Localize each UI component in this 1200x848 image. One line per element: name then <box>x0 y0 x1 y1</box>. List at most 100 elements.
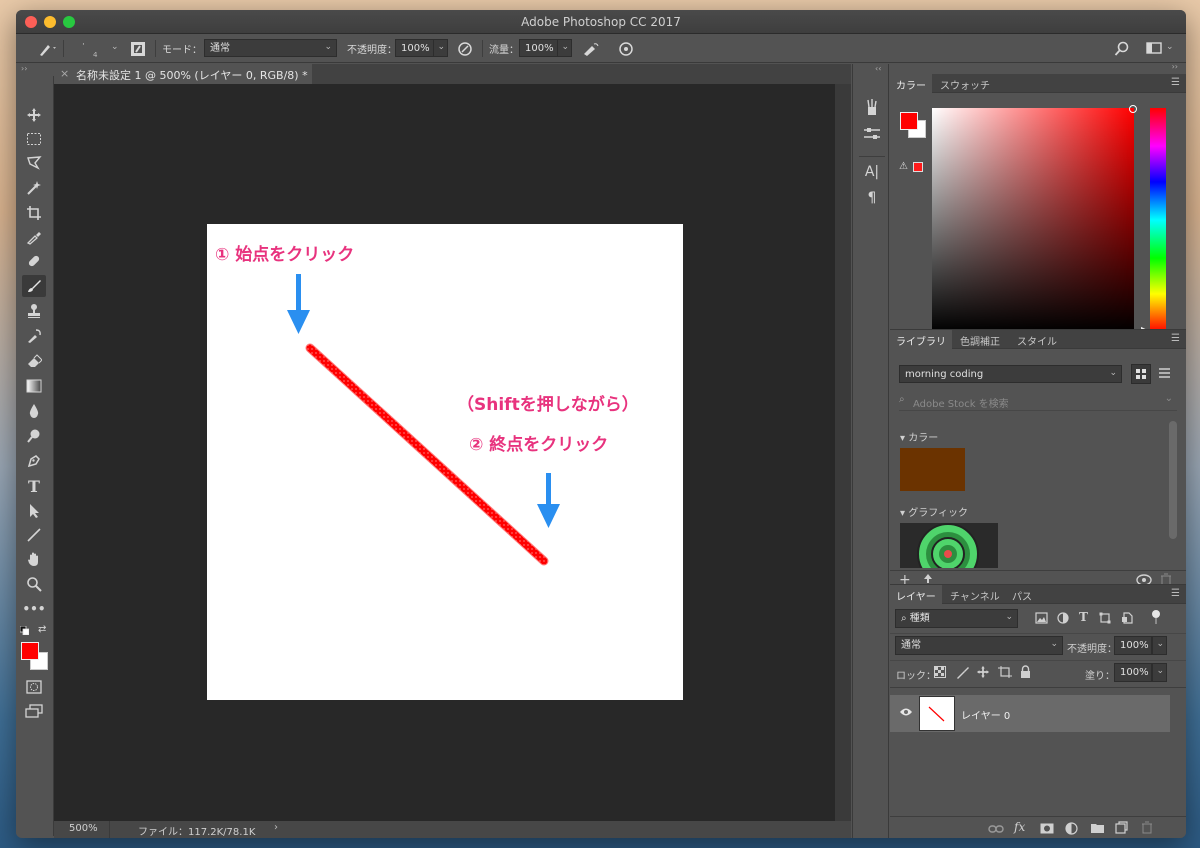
layer-blend-mode-select[interactable]: 通常 ⌄ <box>895 636 1063 655</box>
type-tool-icon[interactable]: T <box>22 475 46 497</box>
color-field[interactable] <box>932 105 1137 332</box>
layer-opacity-input[interactable]: 100% <box>1114 636 1152 655</box>
document-canvas[interactable]: ① 始点をクリック （Shiftを押しながら） ② 終点をクリック <box>207 224 683 700</box>
tab-channels[interactable]: チャンネル <box>944 585 1006 604</box>
tab-layers[interactable]: レイヤー <box>890 585 942 604</box>
zoom-level[interactable]: 500% <box>69 823 98 834</box>
zoom-tool-icon[interactable] <box>22 573 46 595</box>
more-tools-icon[interactable]: ••• <box>22 598 46 620</box>
path-selection-tool-icon[interactable] <box>22 500 46 522</box>
blend-mode-select[interactable]: 通常 ⌄ <box>204 39 337 57</box>
pixel-layer-filter-icon[interactable] <box>1035 612 1048 627</box>
lock-all-icon[interactable] <box>1020 665 1031 681</box>
color-picker-handle[interactable] <box>1129 105 1137 113</box>
foreground-color-swatch[interactable] <box>21 642 39 660</box>
blur-tool-icon[interactable] <box>22 400 46 422</box>
hue-slider[interactable] <box>1150 108 1166 332</box>
adobe-stock-search[interactable]: ⌕ Adobe Stock を検索 ⌄ <box>899 393 1177 411</box>
move-tool-icon[interactable] <box>22 104 46 126</box>
tab-libraries[interactable]: ライブラリ <box>890 330 952 349</box>
gamut-color-chip[interactable] <box>913 162 923 172</box>
hand-tool-icon[interactable] <box>22 548 46 570</box>
paragraph-panel-icon[interactable]: ¶ <box>863 190 881 208</box>
swap-colors-icon[interactable]: ⇄ <box>38 624 46 635</box>
rectangle-marquee-tool-icon[interactable] <box>22 128 46 150</box>
fx-icon[interactable]: fx <box>1014 820 1025 834</box>
lock-artboard-icon[interactable] <box>998 666 1012 681</box>
colors-section-header[interactable]: ▾ カラー <box>900 429 938 444</box>
workspace-icon[interactable] <box>1146 41 1162 58</box>
chevron-right-icon[interactable]: › <box>274 822 278 833</box>
canvas-area[interactable]: ① 始点をクリック （Shiftを押しながら） ② 終点をクリック <box>54 84 835 821</box>
opacity-dropdown[interactable]: ⌄ <box>433 39 448 57</box>
quick-mask-icon[interactable] <box>22 676 46 698</box>
add-mask-icon[interactable] <box>1040 823 1054 837</box>
close-tab-icon[interactable]: × <box>60 67 69 80</box>
smart-object-filter-icon[interactable] <box>1121 612 1133 627</box>
document-tab[interactable]: × 名称未設定 1 @ 500% (レイヤー 0, RGB/8) * <box>54 64 312 84</box>
eyedropper-tool-icon[interactable] <box>22 226 46 248</box>
layer-filter-kind-select[interactable]: ⌕ 種類 ⌄ <box>895 609 1018 628</box>
shape-layer-filter-icon[interactable] <box>1099 612 1111 627</box>
collapse-icon[interactable]: ‹‹ <box>875 64 881 73</box>
layer-row[interactable]: レイヤー 0 <box>890 695 1170 732</box>
pen-tool-icon[interactable] <box>22 450 46 472</box>
pressure-size-icon[interactable] <box>618 41 634 60</box>
layer-name[interactable]: レイヤー 0 <box>961 707 1010 722</box>
line-tool-icon[interactable] <box>22 524 46 546</box>
canvas-vertical-scrollbar[interactable] <box>835 84 851 821</box>
chevron-down-icon[interactable]: ⌄ <box>1166 43 1174 52</box>
brush-preset-icon[interactable] <box>36 41 56 60</box>
dodge-tool-icon[interactable] <box>22 425 46 447</box>
pressure-opacity-icon[interactable] <box>457 41 473 60</box>
brush-panel-toggle-icon[interactable] <box>130 41 146 60</box>
tab-adjustments[interactable]: 色調補正 <box>954 330 1006 349</box>
layers-scrollbar-track[interactable] <box>1171 689 1186 816</box>
tab-styles[interactable]: スタイル <box>1011 330 1063 349</box>
healing-brush-tool-icon[interactable] <box>22 250 46 272</box>
flow-dropdown[interactable]: ⌄ <box>557 39 572 57</box>
lock-image-pixels-icon[interactable] <box>956 666 969 682</box>
eye-icon[interactable] <box>899 706 913 720</box>
eraser-tool-icon[interactable] <box>22 350 46 372</box>
link-layers-icon[interactable] <box>988 823 1004 837</box>
adjustment-layer-filter-icon[interactable] <box>1057 612 1069 627</box>
layer-opacity-dropdown[interactable]: ⌄ <box>1152 636 1167 655</box>
brush-presets-panel-icon[interactable] <box>863 98 881 116</box>
brush-tool-icon[interactable] <box>22 275 46 297</box>
new-layer-icon[interactable] <box>1115 821 1128 837</box>
library-color-swatch[interactable] <box>900 448 965 491</box>
fill-dropdown[interactable]: ⌄ <box>1152 663 1167 682</box>
gradient-tool-icon[interactable] <box>22 375 46 397</box>
grid-view-button[interactable] <box>1131 364 1151 384</box>
new-group-icon[interactable] <box>1090 822 1105 837</box>
airbrush-icon[interactable] <box>582 41 600 60</box>
panel-menu-icon[interactable]: ☰ <box>1171 77 1180 88</box>
lasso-tool-icon[interactable] <box>22 152 46 174</box>
layer-thumbnail[interactable] <box>919 696 955 731</box>
type-layer-filter-icon[interactable]: T <box>1079 610 1088 624</box>
history-brush-tool-icon[interactable] <box>22 325 46 347</box>
library-select[interactable]: morning coding ⌄ <box>899 365 1122 383</box>
tab-paths[interactable]: パス <box>1006 585 1038 604</box>
gamut-warning-icon[interactable]: ⚠ <box>899 161 908 172</box>
default-colors-icon[interactable] <box>19 625 30 636</box>
foreground-color-chip[interactable] <box>900 112 918 130</box>
fill-input[interactable]: 100% <box>1114 663 1152 682</box>
delete-layer-icon[interactable] <box>1141 821 1153 837</box>
brush-settings-panel-icon[interactable] <box>863 126 881 144</box>
magic-wand-tool-icon[interactable] <box>22 177 46 199</box>
lock-transparent-pixels-icon[interactable] <box>934 666 946 681</box>
brush-size-picker[interactable]: · <box>82 41 85 50</box>
tab-swatches[interactable]: スウォッチ <box>934 74 996 93</box>
library-scrollbar[interactable] <box>1169 421 1177 539</box>
panel-menu-icon[interactable]: ☰ <box>1171 588 1180 599</box>
screen-mode-icon[interactable] <box>22 700 46 722</box>
chevron-down-icon[interactable]: ⌄ <box>111 43 119 52</box>
graphics-section-header[interactable]: ▾ グラフィック <box>900 504 968 519</box>
panels-collapse-strip[interactable]: ›› <box>890 62 1186 74</box>
character-panel-icon[interactable]: A| <box>863 164 881 182</box>
panel-menu-icon[interactable]: ☰ <box>1171 333 1180 344</box>
search-icon[interactable] <box>1114 41 1130 60</box>
filter-toggle-icon[interactable] <box>1151 609 1161 628</box>
